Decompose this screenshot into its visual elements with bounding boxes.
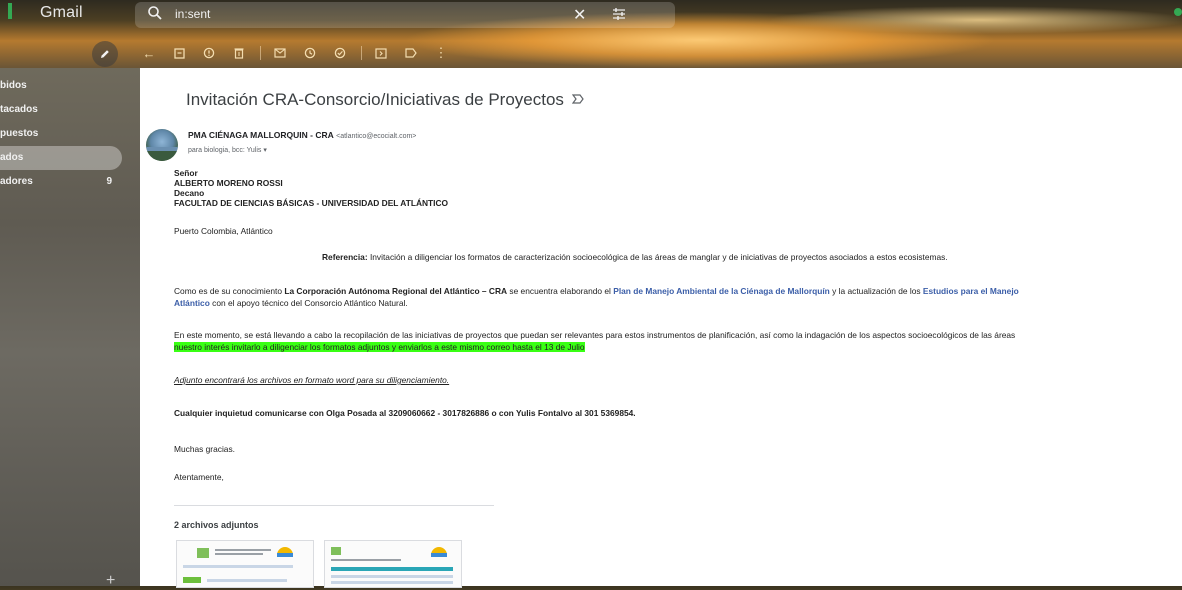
- thumb-logo-right-base: [431, 553, 447, 557]
- faculty-line: FACULTAD DE CIENCIAS BÁSICAS - UNIVERSID…: [174, 198, 449, 208]
- gmail-logo-mark: [8, 3, 12, 19]
- sidebar-item-label: ados: [0, 152, 24, 163]
- thumb-row: [331, 581, 453, 584]
- thumb-header-bar: [331, 567, 453, 571]
- p1-text-a: Como es de su conocimiento: [174, 286, 285, 296]
- paragraph-1-line-2: Atlántico con el apoyo técnico del Conso…: [174, 298, 408, 308]
- search-icon[interactable]: [147, 5, 163, 21]
- thanks: Muchas gracias.: [174, 444, 235, 454]
- thumb-row: [183, 565, 293, 568]
- p1-plan-link[interactable]: Plan de Manejo Ambiental de la Ciénaga d…: [613, 286, 830, 296]
- delete-icon[interactable]: [230, 44, 248, 62]
- location: Puerto Colombia, Atlántico: [174, 226, 273, 236]
- status-dot: [1174, 8, 1182, 16]
- divider: [174, 505, 494, 506]
- sidebar-item-starred[interactable]: tacados: [0, 98, 122, 122]
- contact-info: Cualquier inquietud comunicarse con Olga…: [174, 408, 636, 418]
- thumb-green-cell: [183, 577, 201, 583]
- search-options-icon[interactable]: [611, 6, 627, 22]
- p1-atlantico-link[interactable]: Atlántico: [174, 298, 210, 308]
- subject-text: Invitación CRA-Consorcio/Iniciativas de …: [186, 90, 564, 109]
- snooze-icon[interactable]: [301, 44, 319, 62]
- reference-label: Referencia:: [322, 252, 368, 262]
- labels-icon[interactable]: [402, 44, 420, 62]
- reference-text: Invitación a diligenciar los formatos de…: [367, 252, 948, 262]
- thumb-text: [215, 549, 271, 551]
- search-bar[interactable]: in:sent ✕: [135, 2, 675, 28]
- archive-icon[interactable]: [170, 44, 188, 62]
- thumb-logo-right-base: [277, 553, 293, 557]
- attachment-note: Adjunto encontrará los archivos en forma…: [174, 375, 450, 385]
- thumb-logo-left: [197, 548, 209, 558]
- attachments-title: 2 archivos adjuntos: [174, 520, 259, 530]
- sidebar-item-sent[interactable]: ados: [0, 146, 122, 170]
- recipient-name: ALBERTO MORENO ROSSI: [174, 178, 283, 188]
- avatar-land: [146, 151, 178, 161]
- sender-line: PMA CIÉNAGA MALLORQUIN - CRA <atlantico@…: [188, 130, 416, 140]
- sidebar-item-label: adores: [0, 176, 33, 187]
- app-name: Gmail: [40, 4, 83, 21]
- sidebar-item-count: 9: [106, 176, 112, 187]
- p1-text-c: se encuentra elaborando el: [507, 286, 614, 296]
- sender-avatar[interactable]: [146, 129, 178, 161]
- closing: Atentamente,: [174, 472, 224, 482]
- add-to-tasks-icon[interactable]: [331, 44, 349, 62]
- clear-search-icon[interactable]: ✕: [573, 5, 586, 25]
- sender-email: <atlantico@ecocialt.com>: [336, 133, 417, 140]
- sidebar-item-label: bidos: [0, 80, 27, 91]
- sidebar-item-drafts[interactable]: adores 9: [0, 170, 122, 194]
- sidebar-item-inbox[interactable]: bidos: [0, 74, 122, 98]
- p1-text-e: y la actualización de los: [829, 286, 923, 296]
- thumb-row: [331, 575, 453, 578]
- pencil-icon: [101, 50, 109, 58]
- gmail-logo[interactable]: Gmail: [8, 3, 83, 22]
- recipients[interactable]: para biologia, bcc: Yulis ▾: [188, 146, 267, 154]
- recipient-title: Decano: [174, 188, 205, 198]
- toolbar-divider: [260, 46, 261, 60]
- email-subject: Invitación CRA-Consorcio/Iniciativas de …: [186, 90, 584, 110]
- compose-button[interactable]: [92, 41, 118, 67]
- sidebar: bidos tacados puestos ados adores 9: [0, 74, 130, 194]
- move-to-icon[interactable]: [372, 44, 390, 62]
- report-spam-icon[interactable]: [200, 44, 218, 62]
- highlighted-invitation: nuestro interés invitarlo a diligenciar …: [174, 342, 585, 352]
- important-label-icon[interactable]: [571, 94, 584, 104]
- new-label-button[interactable]: +: [106, 572, 115, 590]
- sidebar-item-label: puestos: [0, 128, 39, 139]
- sidebar-item-label: tacados: [0, 104, 38, 115]
- message-toolbar: ← ⋮: [140, 42, 462, 64]
- toolbar-divider: [361, 46, 362, 60]
- search-input[interactable]: in:sent: [175, 7, 210, 21]
- attachment-thumbnail-1[interactable]: [176, 540, 314, 588]
- sidebar-item-snoozed[interactable]: puestos: [0, 122, 122, 146]
- paragraph-2-line-2: nuestro interés invitarlo a diligenciar …: [174, 342, 585, 352]
- thumb-row: [207, 579, 287, 582]
- reference-line: Referencia: Invitación a diligenciar los…: [322, 252, 948, 262]
- paragraph-1-line-1: Como es de su conocimiento La Corporació…: [174, 286, 1019, 296]
- more-icon[interactable]: ⋮: [432, 44, 450, 62]
- attachment-thumbnail-2[interactable]: [324, 540, 462, 588]
- back-arrow-icon[interactable]: ←: [140, 44, 158, 62]
- mark-unread-icon[interactable]: [271, 44, 289, 62]
- thumb-text: [215, 553, 263, 555]
- p1-cra: La Corporación Autónoma Regional del Atl…: [284, 286, 508, 296]
- paragraph-2-line-1: En este momento, se está llevando a cabo…: [174, 330, 1016, 340]
- thumb-text: [331, 559, 401, 561]
- p1-text-h: con el apoyo técnico del Consorcio Atlán…: [209, 298, 408, 308]
- message-pane: Invitación CRA-Consorcio/Iniciativas de …: [140, 68, 1182, 588]
- sender-name[interactable]: PMA CIÉNAGA MALLORQUIN - CRA: [188, 130, 334, 140]
- thumb-logo-left: [331, 547, 341, 555]
- salutation: Señor: [174, 168, 198, 178]
- p1-estudios-link[interactable]: Estudios para el Manejo: [923, 286, 1019, 296]
